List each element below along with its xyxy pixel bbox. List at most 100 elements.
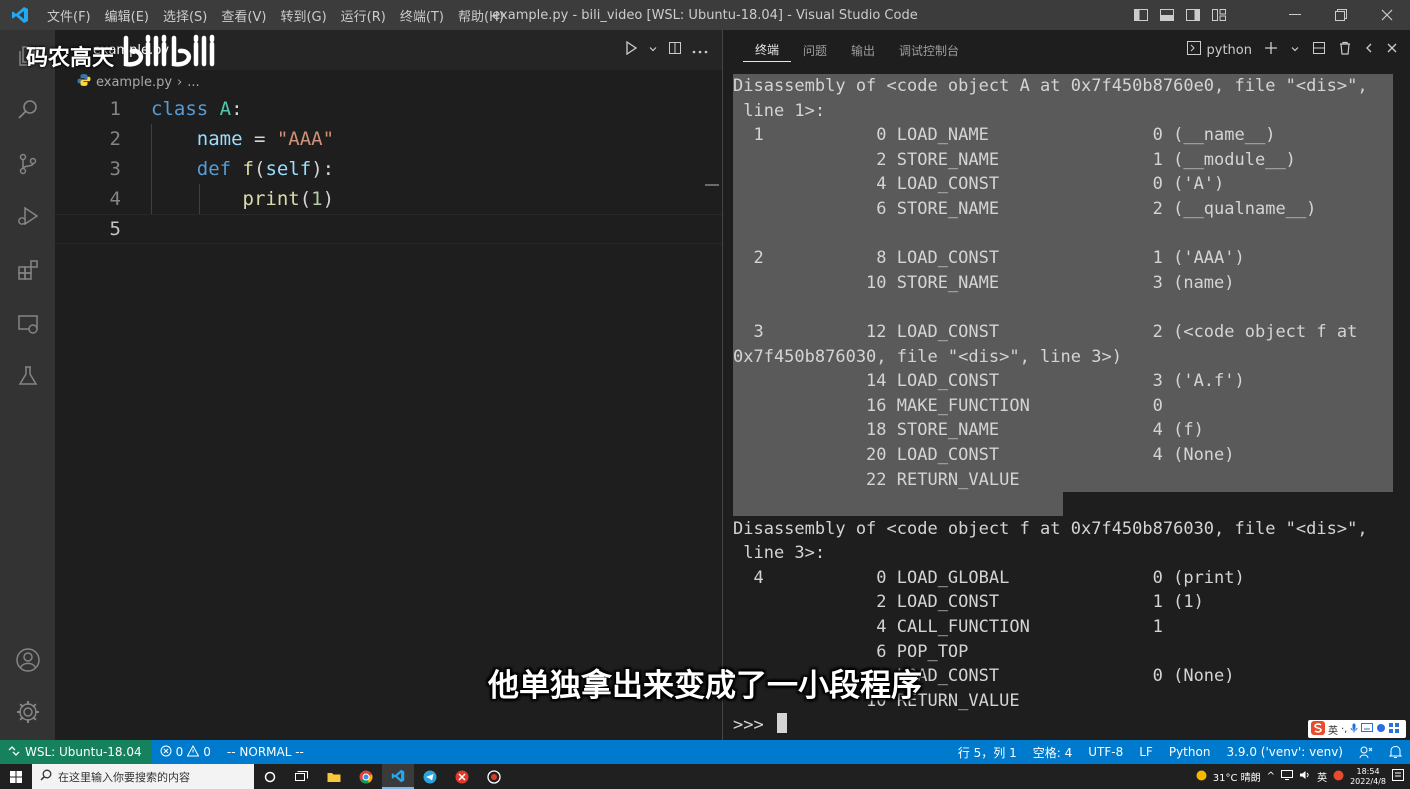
file-explorer-icon[interactable]: [318, 764, 350, 789]
ime-grid-icon: [1389, 722, 1400, 736]
ime-toolbar[interactable]: 英 ·,: [1308, 720, 1406, 738]
toggle-sidebar-icon[interactable]: [1128, 0, 1154, 30]
menu-run[interactable]: 运行(R): [334, 6, 393, 25]
watermark-text: 码农高天: [26, 46, 115, 71]
input-language[interactable]: 英: [1317, 769, 1327, 784]
terminal-prompt: >>>: [733, 715, 774, 736]
split-editor-icon[interactable]: [668, 41, 682, 59]
ime-language: 英: [1328, 725, 1338, 737]
tab-output-label: 输出: [851, 43, 876, 58]
customize-layout-icon[interactable]: [1206, 0, 1232, 30]
indentation[interactable]: 空格: 4: [1025, 740, 1081, 764]
tab-problems[interactable]: 问题: [791, 30, 839, 70]
remote-indicator[interactable]: WSL: Ubuntu-18.04: [0, 740, 152, 764]
more-actions-icon[interactable]: [692, 42, 708, 58]
terminal-line: 2 LOAD_CONST 1 (1): [733, 592, 1204, 613]
code-token: (: [299, 188, 312, 210]
app-red-icon[interactable]: [446, 764, 478, 789]
telegram-icon[interactable]: [414, 764, 446, 789]
notification-center-icon[interactable]: [1392, 769, 1404, 784]
trash-icon[interactable]: [1338, 41, 1352, 59]
breadcrumb-file[interactable]: example.py: [96, 75, 172, 90]
line-number: 1: [109, 98, 121, 120]
new-terminal-icon[interactable]: [1264, 41, 1278, 59]
remote-explorer-icon[interactable]: [0, 300, 55, 348]
python-interpreter[interactable]: 3.9.0 ('venv': venv): [1218, 740, 1351, 764]
encoding[interactable]: UTF-8: [1080, 740, 1131, 764]
chevron-left-icon[interactable]: [1364, 42, 1374, 58]
tab-debug-console[interactable]: 调试控制台: [887, 30, 971, 70]
code-token: (: [254, 158, 266, 180]
network-icon[interactable]: [1281, 770, 1294, 783]
taskbar-search[interactable]: 在这里输入你要搜索的内容: [32, 764, 254, 789]
code-token: ):: [311, 158, 335, 180]
status-bar: WSL: Ubuntu-18.04 0 0 -- NORMAL -- 行 5，列…: [0, 740, 1410, 764]
code-line[interactable]: 5: [55, 214, 722, 244]
terminal-selector[interactable]: python: [1186, 41, 1252, 59]
clock[interactable]: 18:54 2022/4/8: [1350, 767, 1386, 787]
close-icon[interactable]: [1364, 0, 1410, 30]
code-line[interactable]: 3 def f(self):: [55, 154, 722, 184]
cortana-icon[interactable]: [254, 764, 286, 789]
search-icon[interactable]: [0, 85, 55, 133]
code-token: A: [219, 98, 232, 120]
vscode-taskbar-icon[interactable]: [382, 764, 414, 789]
code-area[interactable]: 1 class A: 2 name = "AAA" 3 def f(self): 4 p…: [55, 94, 722, 694]
split-terminal-icon[interactable]: [1312, 41, 1326, 59]
toggle-panel-icon[interactable]: [1154, 0, 1180, 30]
close-panel-icon[interactable]: [1386, 42, 1398, 58]
terminal-line: line 1>:: [733, 100, 826, 121]
menu-view[interactable]: 查看(V): [214, 6, 273, 25]
sogou-tray-icon[interactable]: [1333, 770, 1344, 784]
menu-go[interactable]: 转到(G): [273, 6, 333, 25]
tab-output[interactable]: 输出: [839, 30, 887, 70]
code-token: "AAA": [276, 128, 335, 150]
breadcrumb-symbols[interactable]: ...: [187, 75, 199, 90]
notifications-bell-icon[interactable]: [1381, 740, 1410, 764]
source-control-icon[interactable]: [0, 140, 55, 188]
terminal-line: 2 8 LOAD_CONST 1 ('AAA'): [733, 248, 1245, 269]
volume-icon[interactable]: [1299, 770, 1311, 783]
weather-text[interactable]: 31°C 晴朗: [1213, 769, 1261, 784]
code-token: 1: [311, 188, 323, 210]
terminal-line: 4 LOAD_CONST 0 ('A'): [733, 174, 1225, 195]
problems-indicator[interactable]: 0 0: [152, 740, 219, 764]
code-token: name: [196, 128, 243, 150]
terminal-line: 0x7f450b876030, file "<dis>", line 3>): [733, 346, 1122, 367]
terminal-prompt-line[interactable]: >>>: [733, 713, 1403, 738]
terminal-output[interactable]: Disassembly of <code object A at 0x7f450…: [733, 74, 1403, 738]
end-of-line[interactable]: LF: [1131, 740, 1161, 764]
code-line[interactable]: 4 print(1): [55, 184, 722, 214]
chevron-down-icon[interactable]: [648, 42, 658, 58]
testing-icon[interactable]: [0, 352, 55, 400]
app-record-icon[interactable]: [478, 764, 510, 789]
terminal-name: python: [1206, 42, 1252, 58]
code-line[interactable]: 1 class A:: [55, 94, 722, 124]
ime-mic-icon: [1350, 723, 1358, 736]
extensions-icon[interactable]: [0, 246, 55, 294]
chrome-icon[interactable]: [350, 764, 382, 789]
breadcrumb-separator-icon: ›: [177, 74, 183, 90]
tray-chevron-up-icon[interactable]: ^: [1267, 771, 1275, 782]
code-line[interactable]: 2 name = "AAA": [55, 124, 722, 154]
tab-terminal[interactable]: 终端: [743, 38, 792, 62]
window-controls: [1128, 0, 1410, 30]
language-mode[interactable]: Python: [1161, 740, 1219, 764]
cursor-position[interactable]: 行 5，列 1: [950, 740, 1025, 764]
restore-icon[interactable]: [1318, 0, 1364, 30]
run-python-file-icon[interactable]: [624, 40, 638, 59]
toggle-secondary-sidebar-icon[interactable]: [1180, 0, 1206, 30]
windows-start-icon[interactable]: [0, 764, 32, 789]
menu-selection[interactable]: 选择(S): [156, 6, 214, 25]
terminal-line: 14 LOAD_CONST 3 ('A.f'): [733, 371, 1245, 392]
chevron-down-icon[interactable]: [1290, 43, 1300, 58]
run-debug-icon[interactable]: [0, 192, 55, 240]
feedback-icon[interactable]: [1351, 740, 1381, 764]
menu-edit[interactable]: 编辑(E): [98, 6, 156, 25]
menu-terminal[interactable]: 终端(T): [393, 6, 451, 25]
task-view-icon[interactable]: [286, 764, 318, 789]
menu-file[interactable]: 文件(F): [40, 6, 98, 25]
terminal-line: 3 12 LOAD_CONST 2 (<code object f at: [733, 321, 1358, 342]
minimize-icon[interactable]: [1272, 0, 1318, 30]
